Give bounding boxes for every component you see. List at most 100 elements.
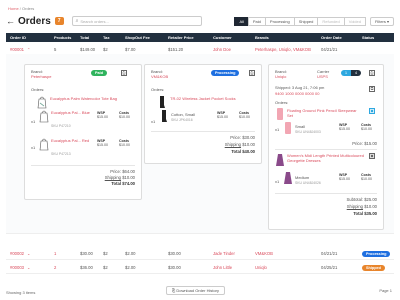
col-fee[interactable]: ShopOut Fee xyxy=(125,35,168,40)
customer-link[interactable]: Jade Tinder xyxy=(213,251,255,256)
package-icon[interactable]: ▣ xyxy=(369,153,375,159)
item-variant[interactable]: Eucalyptus Pal... Blue xyxy=(51,110,91,115)
product-thumbnail xyxy=(284,172,292,184)
item-variant[interactable]: Small xyxy=(295,124,335,129)
filter-refunded[interactable]: Refunded xyxy=(317,16,345,26)
table-row[interactable]: #00003 ⌄ 2 $36.00 $2 $2.00 $30.00 John Li… xyxy=(6,262,394,274)
filters-button[interactable]: Filters ▾ xyxy=(369,16,394,26)
filter-shipped[interactable]: Shipped xyxy=(293,16,319,26)
download-icon: ⎘ xyxy=(172,288,176,293)
brands-cell[interactable]: VM&KOB xyxy=(255,251,321,256)
status-badge: Processing xyxy=(211,70,240,76)
col-order-id[interactable]: Order ID xyxy=(6,35,54,40)
col-customer[interactable]: Customer xyxy=(213,35,255,40)
table-row[interactable]: #00002 ⌄ 1 $30.00 $2 $2.00 $30.00 Jade Ti… xyxy=(6,248,394,260)
page-header: ← Orders 7 ⌕ Search orders... All Paid P… xyxy=(6,14,394,28)
order-detail-panel: Brand: Peterhaspe Paid ⎙ Orders: Eucalyp… xyxy=(6,54,394,234)
brand-order-card: Brand: Peterhaspe Paid ⎙ Orders: Eucalyp… xyxy=(24,64,142,200)
table-footer: Showing 3 items ⎘ Download Order History… xyxy=(6,286,394,298)
col-products[interactable]: Products xyxy=(54,35,80,40)
customer-link[interactable]: John Doe xyxy=(213,47,255,52)
tracking-number[interactable]: 9400 1000 0000 0000 00 xyxy=(275,91,320,96)
item-variant[interactable]: Medium xyxy=(295,175,335,180)
retail-cell: $151.20 xyxy=(168,47,184,52)
brand-name[interactable]: Uniqlo xyxy=(275,74,286,79)
back-arrow-icon[interactable]: ← xyxy=(6,14,16,28)
order-id[interactable]: #00001 ⌃ xyxy=(6,47,54,52)
product-thumbnail xyxy=(160,96,165,108)
status-badge: Paid xyxy=(91,70,108,76)
products-cell: 5 xyxy=(54,47,57,52)
status-badge: Processing xyxy=(362,251,391,257)
col-order-date[interactable]: Order Date xyxy=(321,35,362,40)
breadcrumb-current: Orders xyxy=(22,6,35,11)
shipping-link[interactable]: Shipping xyxy=(225,142,241,147)
receipt-icon[interactable]: ⎙ xyxy=(369,70,375,76)
chevron-down-icon[interactable]: ⌄ xyxy=(27,265,30,270)
item-name[interactable]: TR-02 Wireless Jacket Pocket Socks xyxy=(170,96,256,101)
filter-voided[interactable]: Voided xyxy=(343,16,366,26)
copy-icon[interactable]: ⧉ xyxy=(369,86,375,92)
customer-link[interactable]: John Little xyxy=(213,265,255,270)
tax-cell: $2 xyxy=(103,251,108,256)
breadcrumb-home[interactable]: Home xyxy=(8,6,19,11)
brands-cell[interactable]: Peterhaspe, Uniqlo, VM&KOB xyxy=(255,47,321,52)
total-cell: $149.00 xyxy=(80,47,96,52)
label-count-badge: 4 xyxy=(351,70,361,76)
pagination[interactable]: Page 1 xyxy=(379,286,392,295)
tax-cell: $2 xyxy=(103,47,108,52)
filter-processing[interactable]: Processing xyxy=(264,16,295,26)
item-name[interactable]: Floating Ground Pink Pencil Sleepwear Se… xyxy=(287,108,359,118)
receipt-icon[interactable]: ⎙ xyxy=(249,70,255,76)
status-filter-group: All Paid Processing Shipped Refunded Voi… xyxy=(234,16,366,26)
col-total[interactable]: Total xyxy=(80,35,103,40)
product-thumbnail xyxy=(276,154,284,166)
order-id[interactable]: #00003 ⌄ xyxy=(6,265,54,270)
col-tax[interactable]: Tax xyxy=(103,35,125,40)
fee-cell: $7.00 xyxy=(125,47,136,52)
page-title: Orders xyxy=(18,15,51,27)
order-count-badge: 7 xyxy=(54,17,64,25)
brands-cell[interactable]: Uniqlo xyxy=(255,265,321,270)
filter-all[interactable]: All xyxy=(234,16,249,26)
col-retail[interactable]: Retailer Price xyxy=(168,35,213,40)
shipping-link[interactable]: Shipping xyxy=(105,175,121,180)
download-history-button[interactable]: ⎘ Download Order History xyxy=(166,286,226,295)
order-id[interactable]: #00002 ⌄ xyxy=(6,251,54,256)
brand-name[interactable]: Peterhaspe xyxy=(31,74,51,79)
col-status[interactable]: Status xyxy=(362,35,394,40)
item-name[interactable]: Eucalyptus Palm Watercolor Tote Bag xyxy=(50,96,130,101)
showing-count: Showing 3 items xyxy=(6,289,36,295)
item-variant[interactable]: Eucalyptus Pal... Red xyxy=(51,138,91,143)
filter-paid[interactable]: Paid xyxy=(247,16,266,26)
status-badge: Shipped xyxy=(362,265,385,271)
date-cell: 04/25/21 xyxy=(321,265,338,270)
item-name[interactable]: Women's Midi Length Printed Multicoloure… xyxy=(287,153,367,163)
search-input[interactable]: ⌕ Search orders... xyxy=(71,16,202,26)
carrier-name: USPS xyxy=(317,74,328,79)
product-thumbnail xyxy=(162,110,167,122)
package-icon[interactable]: ▣ xyxy=(369,108,375,114)
retail-cell: $30.00 xyxy=(168,265,181,270)
product-thumbnail xyxy=(277,108,283,120)
brand-order-card: Brand: Uniqlo Carrier USPS 1 4 ⎙ Shipped… xyxy=(268,64,384,230)
chevron-down-icon[interactable]: ⌄ xyxy=(27,251,30,256)
tax-cell: $2 xyxy=(103,265,108,270)
table-header: Order ID Products Total Tax ShopOut Fee … xyxy=(6,33,394,42)
brand-name[interactable]: VM&KOB xyxy=(151,74,168,79)
chevron-up-icon[interactable]: ⌃ xyxy=(27,47,30,52)
fee-cell: $2.00 xyxy=(125,265,136,270)
brand-order-card: Brand: VM&KOB Processing ⎙ Orders: TR-02… xyxy=(144,64,262,164)
date-cell: 04/21/21 xyxy=(321,251,338,256)
shipping-link[interactable]: Shipping xyxy=(347,204,363,209)
shipped-line: Shipped: 3 Aug 21, 7:06 pm xyxy=(275,85,325,90)
product-thumbnail xyxy=(39,110,49,123)
breadcrumb: Home / Orders xyxy=(8,6,35,11)
item-variant[interactable]: Cotton, Small xyxy=(171,112,211,117)
col-brands[interactable]: Brands xyxy=(255,35,321,40)
receipt-icon[interactable]: ⎙ xyxy=(121,70,127,76)
product-thumbnail xyxy=(285,122,291,134)
products-cell: 2 xyxy=(54,265,57,270)
product-thumbnail xyxy=(39,138,49,151)
product-thumbnail xyxy=(37,96,47,109)
